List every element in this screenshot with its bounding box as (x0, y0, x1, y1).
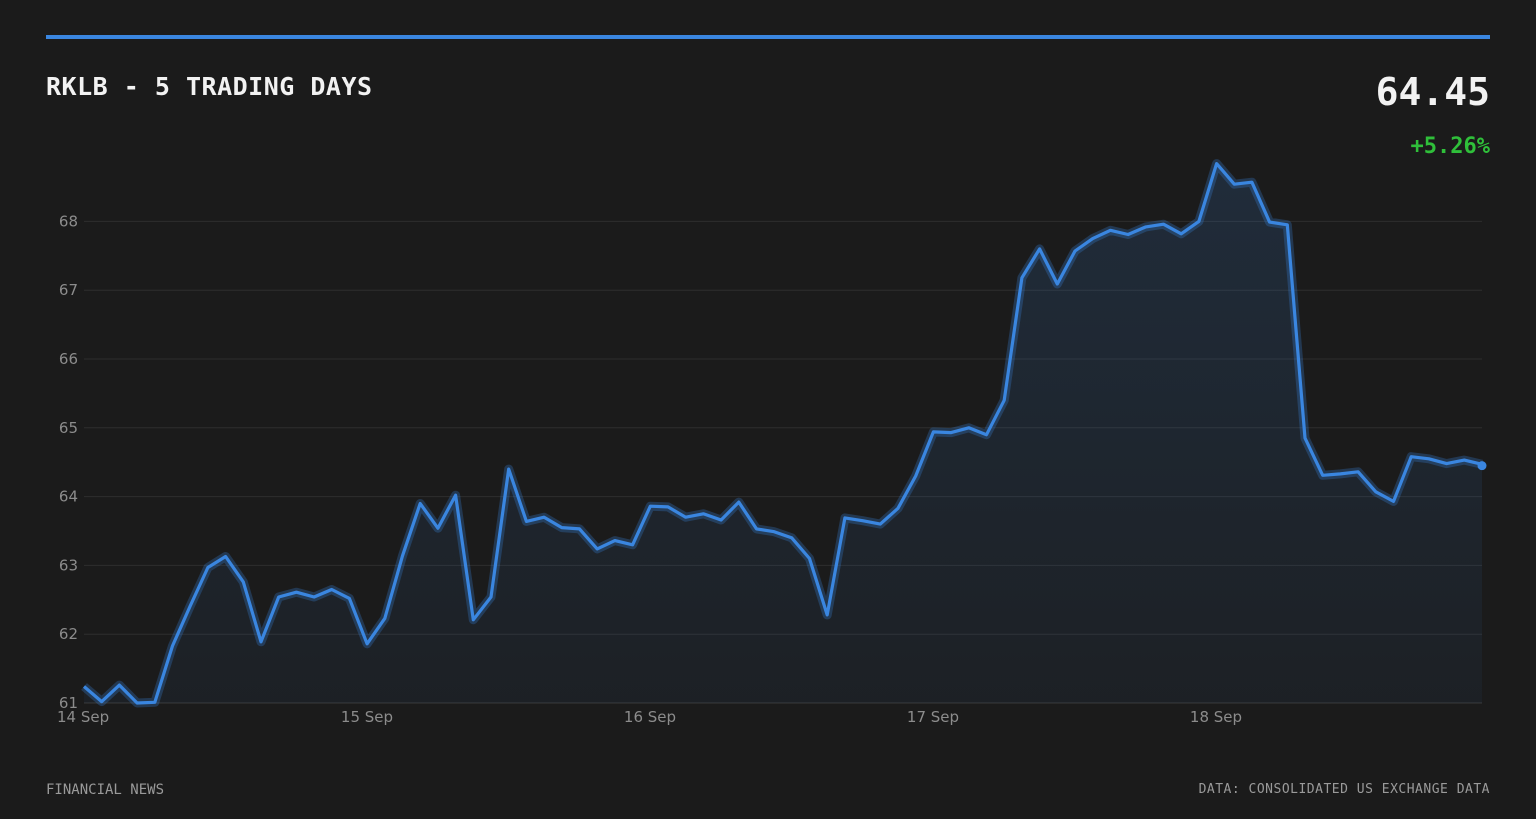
x-tick-label: 15 Sep (341, 708, 393, 726)
data-attribution: DATA: CONSOLIDATED US EXCHANGE DATA (1198, 782, 1490, 797)
y-axis: 6162636465666768 (59, 212, 78, 712)
x-tick-label: 18 Sep (1190, 708, 1242, 726)
price-chart: 6162636465666768 14 Sep 15 Sep 16 Sep 17 Se… (57, 159, 1487, 726)
y-tick-label: 65 (59, 419, 78, 437)
x-axis: 14 Sep 15 Sep 16 Sep 17 Sep 18 Sep (57, 708, 1242, 726)
x-tick-label: 17 Sep (907, 708, 959, 726)
y-tick-label: 68 (59, 212, 78, 230)
y-tick-label: 64 (59, 488, 78, 506)
x-tick-label: 14 Sep (57, 708, 109, 726)
y-tick-label: 67 (59, 281, 78, 299)
last-price-marker (1477, 461, 1487, 471)
source-label: FINANCIAL NEWS (46, 782, 165, 798)
y-tick-label: 63 (59, 556, 78, 574)
price-area (84, 163, 1482, 704)
y-tick-label: 62 (59, 625, 78, 643)
y-tick-label: 66 (59, 350, 78, 368)
x-tick-label: 16 Sep (624, 708, 676, 726)
